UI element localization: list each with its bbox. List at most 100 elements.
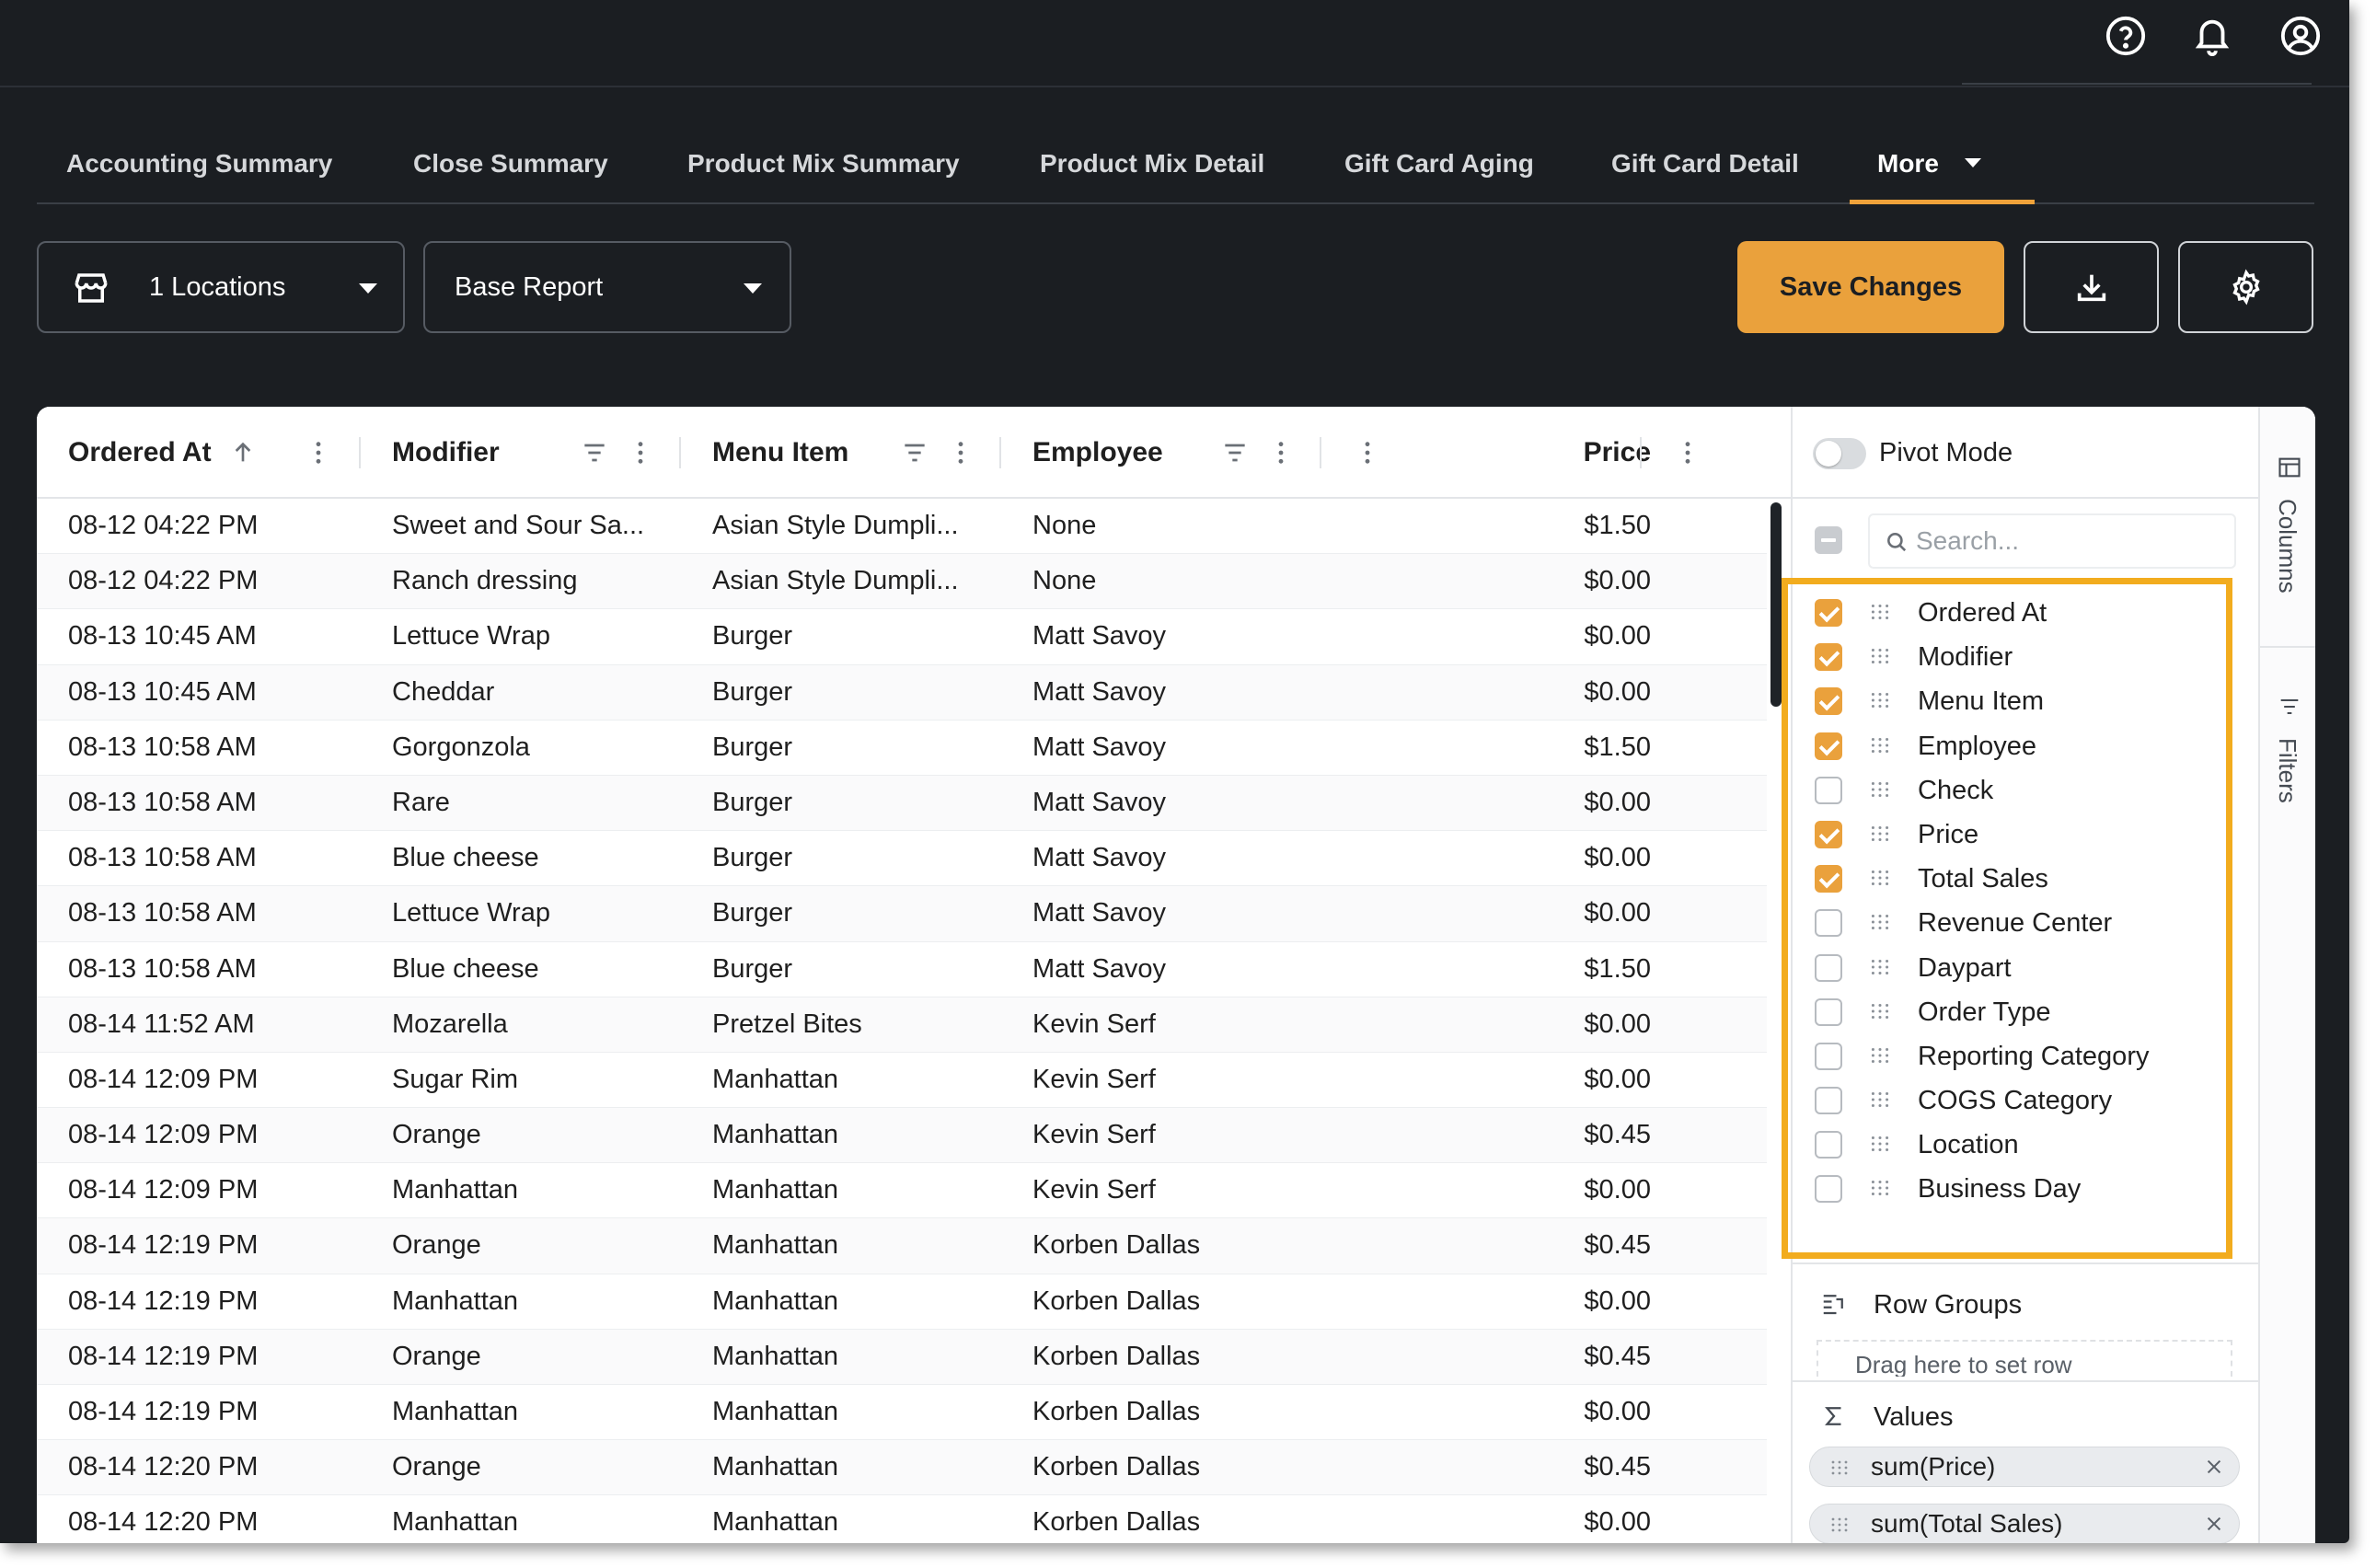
account-icon[interactable] xyxy=(2279,15,2322,57)
tab-accounting-summary[interactable]: Accounting Summary xyxy=(66,129,332,204)
cell-price: $1.50 xyxy=(1584,511,1651,540)
table-row[interactable]: 08-14 11:52 AM Mozarella Pretzel Bites Kevi… xyxy=(37,997,1767,1053)
table-row[interactable]: 08-13 10:58 AM Rare Burger Matt Savoy $0.00 xyxy=(37,775,1767,832)
tab-more[interactable]: More xyxy=(1850,129,2035,204)
cell-price: $0.00 xyxy=(1584,787,1651,817)
filter-icon[interactable] xyxy=(1220,438,1250,467)
cell-ordered-at: 08-14 12:19 PM xyxy=(68,1286,259,1316)
tab-product-mix-summary[interactable]: Product Mix Summary xyxy=(687,129,960,204)
table-row[interactable]: 08-14 12:19 PM Orange Manhattan Korben Dall… xyxy=(37,1329,1767,1385)
table-row[interactable]: 08-12 04:22 PM Sweet and Sour Sa... Asian … xyxy=(37,499,1767,555)
table-row[interactable]: 08-13 10:58 AM Lettuce Wrap Burger Matt Sav… xyxy=(37,886,1767,942)
select-all-checkbox[interactable] xyxy=(1815,526,1842,554)
settings-button[interactable] xyxy=(2178,241,2313,333)
table-row[interactable]: 08-14 12:20 PM Orange Manhattan Korben Dall… xyxy=(37,1440,1767,1496)
cell-employee: Korben Dallas xyxy=(1032,1507,1201,1538)
drag-handle-icon[interactable] xyxy=(1828,1457,1851,1479)
table-row[interactable]: 08-13 10:45 AM Cheddar Burger Matt Savoy $0.… xyxy=(37,664,1767,721)
tab-filters[interactable]: Filters xyxy=(2260,648,2315,832)
cell-employee: Matt Savoy xyxy=(1032,843,1167,873)
locations-dropdown[interactable]: 1 Locations xyxy=(37,241,405,333)
cell-ordered-at: 08-13 10:58 AM xyxy=(68,953,257,984)
table-row[interactable]: 08-13 10:58 AM Blue cheese Burger Matt Savo… xyxy=(37,942,1767,997)
table-row[interactable]: 08-14 12:09 PM Manhattan Manhattan Kevin Se… xyxy=(37,1163,1767,1219)
download-icon xyxy=(2077,274,2105,302)
tab-gift-card-aging[interactable]: Gift Card Aging xyxy=(1344,129,1534,204)
table-row[interactable]: 08-12 04:22 PM Ranch dressing Asian Style … xyxy=(37,554,1767,610)
report-dropdown[interactable]: Base Report xyxy=(423,241,791,333)
table-row[interactable]: 08-14 12:20 PM Manhattan Manhattan Korben D… xyxy=(37,1495,1767,1543)
row-groups-dropzone[interactable]: Drag here to set row xyxy=(1817,1340,2232,1377)
value-pill[interactable]: sum(Price) xyxy=(1809,1447,2240,1487)
cell-price: $0.00 xyxy=(1584,1009,1651,1039)
column-search-input[interactable]: Search... xyxy=(1868,513,2236,569)
cell-employee: Korben Dallas xyxy=(1032,1452,1201,1482)
column-menu-icon[interactable] xyxy=(946,438,975,467)
cell-ordered-at: 08-13 10:45 AM xyxy=(68,676,257,707)
header-menu-item[interactable]: Menu Item xyxy=(712,407,848,499)
header-employee[interactable]: Employee xyxy=(1032,407,1163,499)
table-row[interactable]: 08-14 12:19 PM Manhattan Manhattan Korben D… xyxy=(37,1385,1767,1441)
header-price[interactable]: Price xyxy=(1546,407,1651,499)
column-separator[interactable] xyxy=(679,437,681,468)
tab-gift-card-detail[interactable]: Gift Card Detail xyxy=(1611,129,1799,204)
table-row[interactable]: 08-13 10:58 AM Gorgonzola Burger Matt Savoy… xyxy=(37,721,1767,776)
table-row[interactable]: 08-14 12:09 PM Orange Manhattan Kevin Serf $… xyxy=(37,1108,1767,1164)
close-icon[interactable] xyxy=(2204,1457,2224,1477)
cell-modifier: Sugar Rim xyxy=(392,1064,518,1094)
divider xyxy=(1793,497,2258,499)
cell-employee: Matt Savoy xyxy=(1032,621,1167,651)
cell-menu-item: Manhattan xyxy=(712,1064,839,1094)
cell-ordered-at: 08-13 10:58 AM xyxy=(68,843,257,873)
cell-employee: Kevin Serf xyxy=(1032,1175,1156,1205)
cell-employee: Korben Dallas xyxy=(1032,1286,1201,1316)
cell-price: $0.00 xyxy=(1584,676,1651,707)
help-icon[interactable] xyxy=(2105,15,2147,57)
header-ordered-at[interactable]: Ordered At xyxy=(68,407,212,499)
table-row[interactable]: 08-14 12:09 PM Sugar Rim Manhattan Kevin Se… xyxy=(37,1053,1767,1109)
cell-ordered-at: 08-14 12:09 PM xyxy=(68,1120,259,1150)
cell-menu-item: Manhattan xyxy=(712,1175,839,1205)
grid-header: Ordered At Modifier Menu Item Employee P… xyxy=(37,407,1791,499)
table-row[interactable]: 08-14 12:19 PM Orange Manhattan Korben Dall… xyxy=(37,1218,1767,1274)
bell-icon[interactable] xyxy=(2191,15,2233,57)
cell-price: $0.00 xyxy=(1584,1064,1651,1094)
column-menu-icon[interactable] xyxy=(304,438,333,467)
cell-modifier: Orange xyxy=(392,1341,481,1371)
cell-menu-item: Manhattan xyxy=(712,1230,839,1261)
sort-ascending-icon[interactable] xyxy=(228,438,258,467)
vertical-scrollbar[interactable] xyxy=(1770,502,1782,707)
column-menu-icon[interactable] xyxy=(1266,438,1296,467)
cell-menu-item: Manhattan xyxy=(712,1507,839,1538)
column-menu-icon[interactable] xyxy=(1353,438,1382,467)
table-row[interactable]: 08-13 10:45 AM Lettuce Wrap Burger Matt Sav… xyxy=(37,609,1767,665)
cell-menu-item: Manhattan xyxy=(712,1341,839,1371)
tab-close-summary[interactable]: Close Summary xyxy=(413,129,608,204)
cell-employee: Korben Dallas xyxy=(1032,1230,1201,1261)
gear-icon xyxy=(2232,269,2260,306)
column-separator[interactable] xyxy=(1320,437,1321,468)
divider xyxy=(1793,1380,2258,1382)
column-menu-icon[interactable] xyxy=(1673,438,1702,467)
column-separator[interactable] xyxy=(1640,437,1642,468)
drag-handle-icon[interactable] xyxy=(1828,1514,1851,1536)
tab-product-mix-detail[interactable]: Product Mix Detail xyxy=(1040,129,1264,204)
header-modifier[interactable]: Modifier xyxy=(392,407,500,499)
column-separator[interactable] xyxy=(359,437,361,468)
column-separator[interactable] xyxy=(999,437,1001,468)
divider xyxy=(1793,1262,2258,1264)
value-pill[interactable]: sum(Total Sales) xyxy=(1809,1504,2240,1543)
table-row[interactable]: 08-14 12:19 PM Manhattan Manhattan Korben D… xyxy=(37,1274,1767,1330)
column-menu-icon[interactable] xyxy=(626,438,655,467)
tab-columns[interactable]: Columns xyxy=(2260,407,2315,648)
side-bar-tabs: Columns Filters xyxy=(2258,407,2315,1543)
filter-icon[interactable] xyxy=(580,438,609,467)
close-icon[interactable] xyxy=(2204,1514,2224,1534)
save-changes-button[interactable]: Save Changes xyxy=(1737,241,2004,333)
columns-panel-body: Pivot Mode Search... Ordered At Modifier M… xyxy=(1782,407,2258,1543)
download-button[interactable] xyxy=(2024,241,2159,333)
pivot-mode-toggle[interactable] xyxy=(1813,438,1866,469)
filter-icon[interactable] xyxy=(900,438,929,467)
cell-price: $0.00 xyxy=(1584,1507,1651,1538)
table-row[interactable]: 08-13 10:58 AM Blue cheese Burger Matt Savo… xyxy=(37,831,1767,887)
